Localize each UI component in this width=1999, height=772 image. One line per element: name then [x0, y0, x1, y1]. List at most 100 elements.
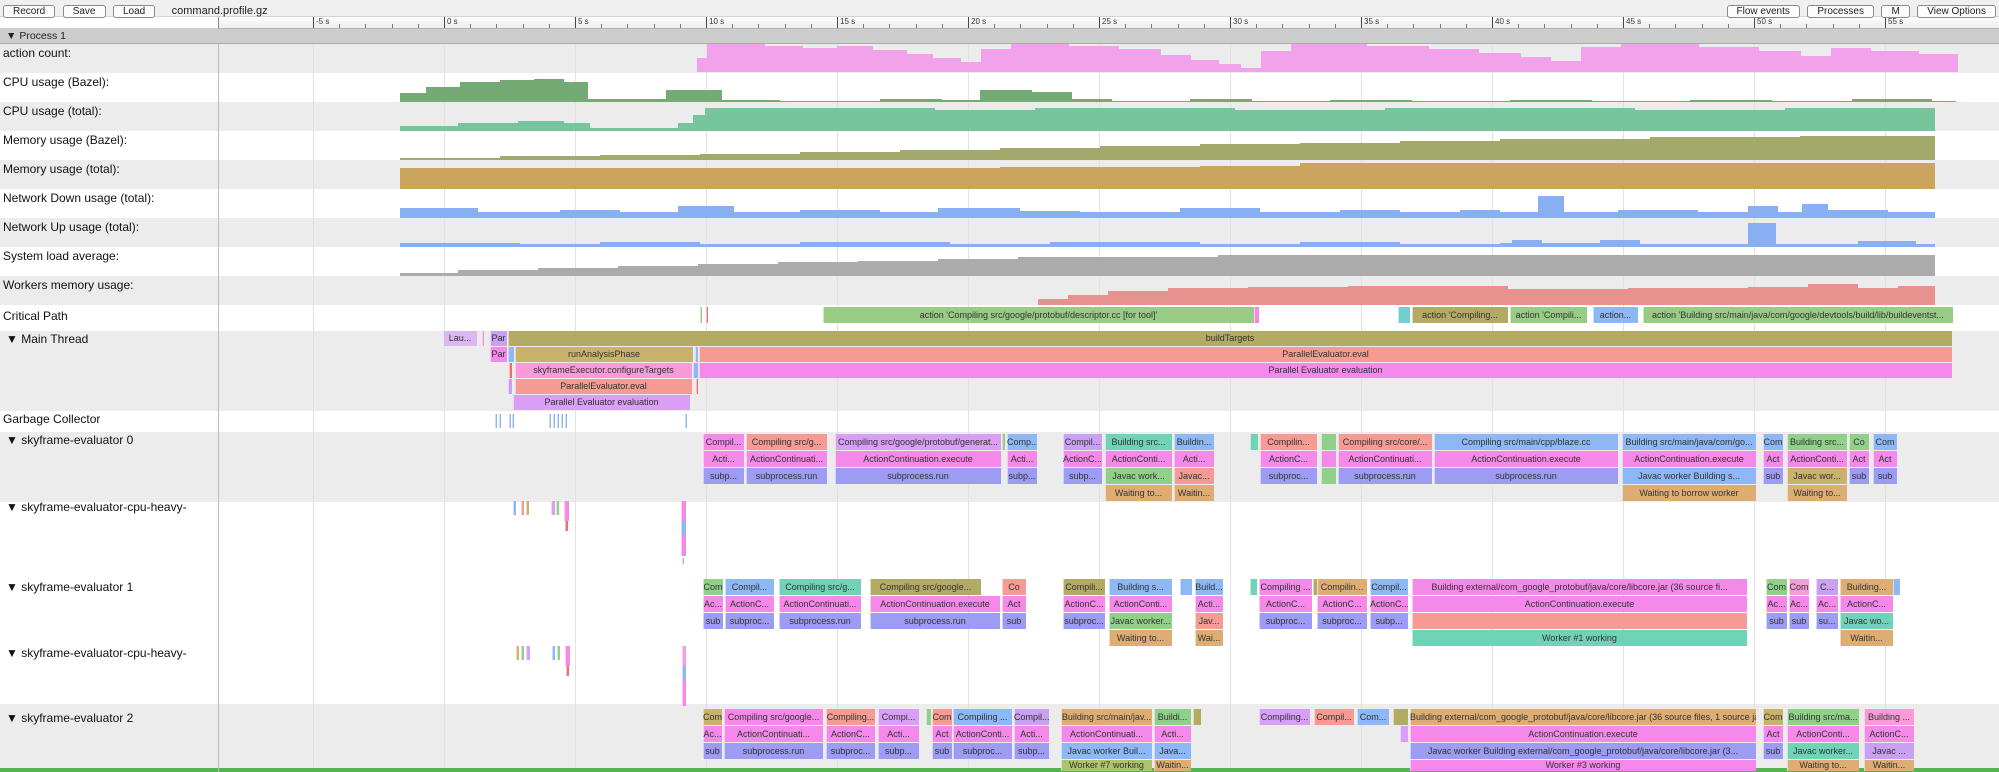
trace-span[interactable]: Waiting to borrow worker — [1622, 485, 1756, 501]
trace-span[interactable] — [1254, 307, 1259, 323]
chart-bar-sys-load[interactable] — [1418, 255, 1518, 276]
chart-bar-mem-total[interactable] — [1300, 163, 1935, 189]
trace-span[interactable]: Com — [1763, 709, 1783, 725]
trace-span[interactable]: Compil... — [725, 579, 774, 595]
trace-span[interactable] — [1180, 579, 1192, 595]
trace-span[interactable]: Javac ... — [1864, 743, 1914, 759]
trace-span[interactable]: subprocess.run — [746, 468, 827, 484]
trace-span[interactable]: skyframeExecutor.configureTargets — [515, 363, 692, 378]
trace-span[interactable]: subprocess.run — [1338, 468, 1432, 484]
trace-span[interactable]: ActionConti... — [1787, 726, 1859, 742]
trace-span[interactable]: Par — [490, 347, 507, 362]
trace-span[interactable]: Act — [1002, 596, 1026, 612]
chart-bar-workers-mem[interactable] — [1808, 284, 1858, 305]
trace-span[interactable]: Waiting to... — [1105, 485, 1172, 501]
trace-span[interactable]: ActionC... — [1259, 596, 1312, 612]
trace-span[interactable]: su... — [1816, 613, 1838, 629]
trace-span[interactable]: Compiling src/core/... — [1338, 434, 1432, 450]
trace-span[interactable] — [926, 709, 931, 725]
trace-span[interactable]: Javac worker Building s... — [1622, 468, 1756, 484]
trace-span[interactable]: Building src... — [1105, 434, 1172, 450]
chart-bar-net-down[interactable] — [880, 212, 938, 218]
chart-bar-action-count[interactable] — [1801, 56, 1831, 72]
trace-span[interactable]: Parallel Evaluator evaluation — [699, 363, 1952, 378]
trace-span[interactable]: ActionC... — [1063, 451, 1102, 467]
trace-span[interactable]: Act — [1763, 451, 1783, 467]
trace-span[interactable]: ParallelEvaluator.eval — [515, 379, 692, 394]
trace-span[interactable]: Lau... — [443, 331, 477, 346]
chart-bar-cpu-total[interactable] — [935, 110, 1035, 131]
trace-span[interactable] — [526, 646, 530, 660]
trace-span[interactable] — [565, 521, 568, 531]
trace-span[interactable]: subp... — [878, 743, 919, 759]
chart-bar-action-count[interactable] — [1161, 55, 1191, 72]
trace-span[interactable]: Compiling src/google... — [870, 579, 981, 595]
trace-span[interactable] — [509, 414, 511, 428]
trace-span[interactable]: Parallel Evaluator evaluation — [513, 395, 690, 410]
chart-bar-net-down[interactable] — [478, 212, 560, 218]
trace-span[interactable]: sub — [1766, 613, 1787, 629]
trace-span[interactable]: Building src... — [1787, 434, 1847, 450]
trace-span[interactable]: sub — [703, 613, 723, 629]
chart-bar-cpu-bazel[interactable] — [1190, 99, 1252, 102]
chart-bar-action-count[interactable] — [1919, 54, 1958, 72]
chart-bar-action-count[interactable] — [1261, 51, 1291, 72]
chart-bar-cpu-bazel[interactable] — [980, 90, 1032, 102]
trace-span[interactable]: ActionContinuation.execute — [835, 451, 1001, 467]
chart-bar-action-count[interactable] — [1551, 61, 1581, 72]
record-button[interactable]: Record — [3, 5, 55, 18]
trace-span[interactable] — [556, 501, 559, 515]
trace-span[interactable]: Ac... — [1789, 596, 1809, 612]
trace-span[interactable]: subproc... — [1260, 468, 1317, 484]
trace-span[interactable] — [508, 347, 514, 362]
trace-span[interactable] — [681, 535, 686, 556]
chart-bar-sys-load[interactable] — [858, 261, 938, 276]
trace-span[interactable]: Compiling src/main/cpp/blaze.cc — [1434, 434, 1618, 450]
trace-span[interactable]: ActionContinuation.execute — [1434, 451, 1618, 467]
trace-span[interactable]: Javac wo... — [1840, 613, 1893, 629]
trace-span[interactable]: Javac... — [1174, 468, 1214, 484]
trace-span[interactable]: Javac worker... — [1109, 613, 1172, 629]
trace-span[interactable] — [557, 414, 559, 428]
trace-span[interactable] — [549, 414, 551, 428]
trace-span[interactable]: Act — [1849, 451, 1869, 467]
trace-span[interactable]: Com — [703, 579, 723, 595]
chart-bar-net-down[interactable] — [1564, 212, 1618, 218]
chart-bar-sys-load[interactable] — [1718, 255, 1935, 276]
trace-span[interactable]: Ac... — [1816, 596, 1838, 612]
trace-span[interactable] — [566, 666, 569, 676]
chart-bar-cpu-bazel[interactable] — [1690, 100, 1772, 102]
trace-span[interactable] — [561, 414, 563, 428]
chart-bar-net-down[interactable] — [1538, 196, 1564, 218]
track-label[interactable]: ▼ skyframe-evaluator-cpu-heavy- — [6, 500, 187, 514]
trace-span[interactable]: action 'Compili... — [1510, 307, 1587, 323]
trace-span[interactable]: Building external/com_google_protobuf/ja… — [1410, 709, 1756, 725]
chart-bar-workers-mem[interactable] — [1508, 289, 1628, 305]
trace-span[interactable] — [681, 521, 686, 535]
chart-bar-sys-load[interactable] — [538, 268, 618, 276]
chart-bar-action-count[interactable] — [1241, 68, 1261, 72]
trace-span[interactable]: Waitin... — [1174, 485, 1214, 501]
trace-span[interactable] — [565, 414, 567, 428]
chart-bar-workers-mem[interactable] — [1628, 288, 1748, 305]
chart-bar-cpu-total[interactable] — [1635, 110, 1785, 131]
chart-bar-net-down[interactable] — [1180, 208, 1260, 218]
trace-span[interactable] — [706, 307, 708, 323]
trace-span[interactable] — [1398, 307, 1410, 323]
chart-bar-net-down[interactable] — [1748, 206, 1778, 218]
trace-span[interactable]: Ac... — [703, 726, 722, 742]
trace-span[interactable]: ActionContinuati... — [1338, 451, 1432, 467]
trace-span[interactable]: Waiting to... — [1787, 760, 1859, 771]
trace-span[interactable] — [513, 501, 516, 515]
chart-bar-workers-mem[interactable] — [1898, 286, 1935, 305]
trace-span[interactable]: Build... — [1195, 579, 1223, 595]
process-header[interactable]: ▼ Process 1 — [0, 28, 1999, 44]
chart-bar-net-up[interactable] — [1640, 244, 1748, 247]
chart-bar-cpu-bazel[interactable] — [1592, 101, 1690, 102]
chart-bar-net-down[interactable] — [734, 212, 800, 218]
chart-bar-action-count[interactable] — [765, 46, 803, 72]
trace-span[interactable]: ActionContinuation.execute — [1622, 451, 1756, 467]
trace-span[interactable]: ActionConti... — [1109, 596, 1172, 612]
trace-span[interactable]: subp... — [1063, 468, 1102, 484]
track-label[interactable]: Critical Path — [3, 309, 68, 323]
